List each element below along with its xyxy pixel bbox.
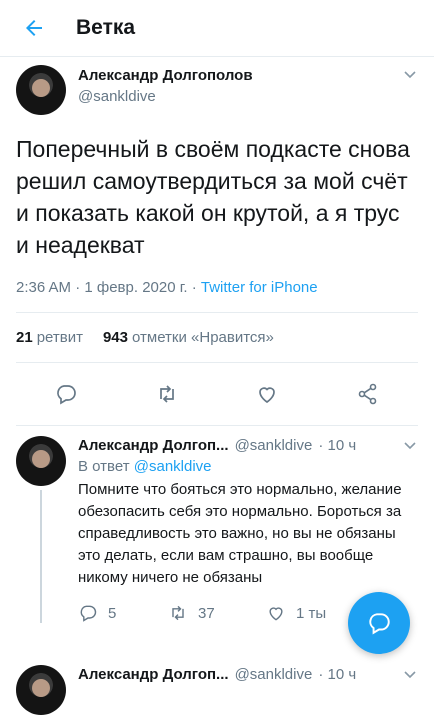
share-icon[interactable]: [356, 382, 380, 406]
chevron-down-icon[interactable]: [402, 667, 418, 683]
avatar[interactable]: [16, 436, 66, 486]
reply-tweet[interactable]: Александр Долгоп... @sankldive · 10 ч: [0, 655, 434, 715]
main-tweet: Александр Долгополов @sankldive Поперечн…: [0, 57, 434, 426]
like-count: 1 ты: [296, 604, 327, 622]
likes-label: отметки «Нравится»: [132, 329, 274, 346]
reply-icon[interactable]: [54, 382, 78, 406]
tweet-stats: 21 ретвит 943 отметки «Нравится»: [16, 313, 418, 363]
in-reply-label: В ответ: [78, 458, 134, 475]
thread-line: [40, 490, 42, 623]
reply-icon: [80, 605, 97, 622]
retweet-count: 37: [198, 604, 215, 622]
reply-count: 5: [108, 604, 117, 622]
tweet-source-link[interactable]: Twitter for iPhone: [201, 279, 318, 296]
top-bar: Ветка: [0, 0, 434, 57]
reply-time: · 10 ч: [318, 436, 357, 454]
chevron-down-icon[interactable]: [402, 438, 418, 454]
back-arrow-icon[interactable]: [22, 16, 46, 40]
in-reply-to: В ответ @sankldive: [78, 458, 418, 475]
tweet-meta: 2:36 AM · 1 февр. 2020 г. · Twitter for …: [16, 279, 418, 313]
compose-reply-icon: [369, 613, 390, 635]
author-name[interactable]: Александр Долгополов: [78, 67, 402, 84]
likes-stat[interactable]: 943 отметки «Нравится»: [103, 329, 274, 346]
reply-author-name[interactable]: Александр Долгоп...: [78, 437, 229, 454]
avatar[interactable]: [16, 665, 66, 715]
avatar[interactable]: [16, 65, 66, 115]
like-icon: [269, 607, 283, 621]
chevron-down-icon[interactable]: [402, 67, 418, 83]
reply-text: Помните что бояться это нормально, желан…: [78, 481, 402, 586]
retweet-icon: [172, 605, 184, 621]
retweets-count: 21: [16, 329, 33, 346]
retweets-label: ретвит: [36, 329, 83, 346]
reply-like-button[interactable]: 1 ты: [266, 603, 356, 623]
page-title: Ветка: [76, 16, 136, 39]
tweet-actions: [16, 363, 418, 426]
retweets-stat[interactable]: 21 ретвит: [16, 329, 83, 346]
retweet-icon[interactable]: [155, 382, 179, 406]
likes-count: 943: [102, 329, 128, 346]
tweet-text: Поперечный в своём подкасте снова решил …: [16, 136, 410, 258]
reply-reply-button[interactable]: 5: [78, 603, 168, 623]
author-handle[interactable]: @sankldive: [78, 88, 402, 105]
in-reply-handle-link[interactable]: @sankldive: [134, 458, 212, 475]
tweet-time: 2:36 AM · 1 февр. 2020 г. ·: [16, 279, 201, 296]
like-icon[interactable]: [255, 382, 279, 406]
reply-author-handle[interactable]: @sankldive: [235, 437, 313, 454]
reply-retweet-button[interactable]: 37: [168, 603, 266, 623]
compose-button[interactable]: [348, 592, 410, 654]
